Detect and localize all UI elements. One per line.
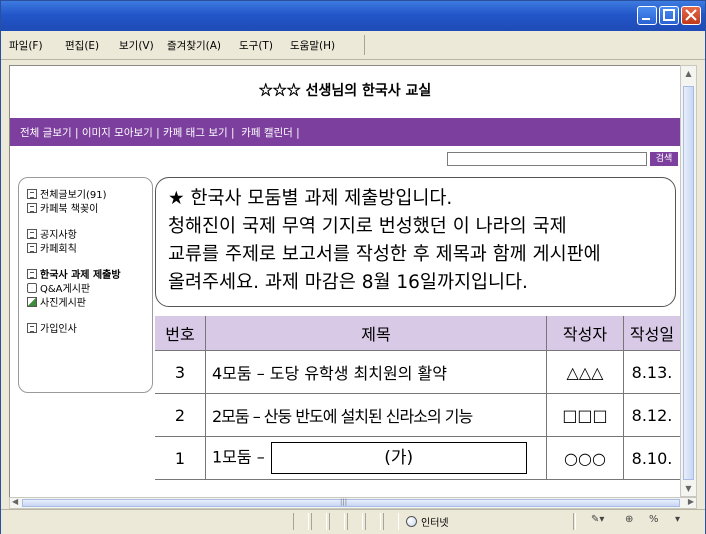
header-title: 제목: [205, 316, 547, 351]
menu-separator: [364, 35, 365, 55]
table-row[interactable]: 2 2모둠 – 산둥 반도에 설치된 신라소의 기능 □□□ 8.12.: [155, 393, 680, 437]
scroll-down-icon[interactable]: ▼: [683, 483, 694, 494]
sidebar-item-all-posts[interactable]: 전체글보기(91): [27, 186, 107, 201]
sidebar-item-greetings[interactable]: 가입인사: [27, 320, 77, 335]
sidebar-item-photos[interactable]: 사진게시판: [27, 294, 86, 309]
list-icon: [27, 242, 37, 253]
minimize-button[interactable]: [637, 6, 657, 25]
status-cell: [383, 513, 399, 530]
search-button[interactable]: 검색: [650, 152, 678, 166]
maximize-icon: [663, 9, 675, 21]
sidebar-item-cafebook[interactable]: 카페북 책꽂이: [27, 200, 98, 215]
scroll-right-icon[interactable]: ▶: [688, 497, 694, 506]
row-date: 8.10.: [623, 436, 680, 480]
sidebar-item-label: 가입인사: [40, 324, 77, 335]
menu-tools[interactable]: 도구(T): [239, 38, 273, 53]
scroll-left-icon[interactable]: ◀: [12, 497, 18, 506]
sidebar-item-assignment[interactable]: 한국사 과제 제출방: [27, 266, 121, 281]
scroll-thumb[interactable]: [683, 86, 694, 480]
row-num: 2: [155, 393, 206, 437]
list-icon: [27, 202, 37, 213]
scroll-up-icon[interactable]: ▲: [683, 68, 694, 79]
sidebar-item-qna[interactable]: Q&A게시판: [27, 280, 90, 295]
board-table: 번호 제목 작성자 작성일 3 4모둠 – 도당 유학생 최치원의 활약 △△△…: [155, 316, 680, 480]
zoom-icon[interactable]: ⊕: [625, 514, 633, 525]
sidebar-menu: 전체글보기(91) 카페북 책꽂이 공지사항 카페회칙 한국사 과제 제출방 Q…: [18, 177, 153, 393]
list-icon: [27, 228, 37, 239]
list-icon: [27, 268, 37, 279]
sidebar-item-label: 사진게시판: [40, 298, 86, 309]
notice-box: ★ 한국사 모둠별 과제 제출방입니다. 청해진이 국제 무역 기지로 번성했던…: [155, 177, 676, 307]
status-bar: 인터넷 ✎▾ ⊕ % ▾: [1, 509, 705, 534]
row-author: △△△: [546, 350, 624, 394]
vertical-scrollbar[interactable]: ▲ ▼: [680, 65, 697, 497]
notice-line: 교류를 주제로 보고서를 작성한 후 제목과 함께 게시판에: [168, 244, 601, 265]
row-title[interactable]: 2모둠 – 산둥 반도에 설치된 신라소의 기능: [205, 393, 547, 437]
notice-line: ★ 한국사 모둠별 과제 제출방입니다.: [168, 188, 453, 209]
sidebar-item-rules[interactable]: 카페회칙: [27, 240, 77, 255]
window-controls: [637, 6, 701, 25]
menu-favorites[interactable]: 즐겨찾기(A): [167, 38, 221, 53]
row-title[interactable]: 4모둠 – 도당 유학생 최치원의 활약: [205, 350, 547, 394]
row-title[interactable]: 1모둠 – (가): [205, 436, 547, 480]
browser-window: 파일(F) 편집(E) 보기(V) 즐겨찾기(A) 도구(T) 도움말(H) ☆…: [0, 0, 706, 534]
status-divider: [573, 513, 576, 530]
zoom-dropdown-icon[interactable]: ▾: [675, 514, 680, 525]
row-author: ○○○: [546, 436, 624, 480]
row-author: □□□: [546, 393, 624, 437]
header-author: 작성자: [546, 316, 624, 351]
notice-line: 올려주세요. 과제 마감은 8월 16일까지입니다.: [168, 272, 528, 293]
list-icon: [27, 188, 37, 199]
sidebar-item-label: 카페회칙: [40, 244, 77, 255]
close-button[interactable]: [681, 6, 701, 25]
security-zone: 인터넷: [406, 514, 449, 529]
horizontal-scrollbar[interactable]: ◀ ||| ▶: [9, 497, 697, 509]
sidebar-item-notices[interactable]: 공지사항: [27, 226, 77, 241]
row-title-prefix: 1모둠 –: [212, 447, 265, 467]
close-icon: [685, 9, 697, 21]
header-num: 번호: [155, 316, 206, 351]
scroll-thumb-horizontal[interactable]: [22, 499, 680, 507]
blank-answer-box: (가): [270, 442, 527, 474]
list-icon: [27, 322, 37, 333]
status-cell: [329, 513, 345, 530]
sidebar-item-label: 공지사항: [40, 230, 77, 241]
sidebar-item-label: Q&A게시판: [40, 284, 91, 295]
status-cell: [293, 513, 309, 530]
title-bar: [1, 1, 705, 31]
minimize-icon: [642, 18, 650, 20]
zoom-level[interactable]: %: [649, 514, 659, 525]
sidebar-item-label: 카페북 책꽂이: [40, 204, 99, 215]
menu-view[interactable]: 보기(V): [119, 38, 154, 53]
protected-mode-icon[interactable]: ✎▾: [591, 514, 604, 525]
photo-icon: [27, 296, 37, 307]
menu-help[interactable]: 도움말(H): [290, 38, 335, 53]
table-header-row: 번호 제목 작성자 작성일: [155, 316, 680, 351]
status-cell: [365, 513, 381, 530]
globe-icon: [406, 516, 417, 527]
page-title: ☆☆☆ 선생님의 한국사 교실: [258, 83, 432, 99]
table-row[interactable]: 1 1모둠 – (가) ○○○ 8.10.: [155, 436, 680, 480]
header-date: 작성일: [623, 316, 680, 351]
status-cell: [311, 513, 327, 530]
status-cell: [347, 513, 363, 530]
row-num: 1: [155, 436, 206, 480]
sidebar-item-label: 전체글보기(91): [40, 190, 107, 201]
menu-bar: 파일(F) 편집(E) 보기(V) 즐겨찾기(A) 도구(T) 도움말(H): [1, 31, 705, 60]
row-date: 8.12.: [623, 393, 680, 437]
cafe-nav-bar[interactable]: 전체 글보기 | 이미지 모아보기 | 카페 태그 보기 | 카페 캘린더 |: [10, 118, 680, 146]
row-num: 3: [155, 350, 206, 394]
table-row[interactable]: 3 4모둠 – 도당 유학생 최치원의 활약 △△△ 8.13.: [155, 350, 680, 394]
menu-file[interactable]: 파일(F): [9, 38, 43, 53]
menu-edit[interactable]: 편집(E): [65, 38, 99, 53]
sidebar-item-label: 한국사 과제 제출방: [40, 270, 121, 281]
maximize-button[interactable]: [659, 6, 679, 25]
page-viewport: ☆☆☆ 선생님의 한국사 교실 전체 글보기 | 이미지 모아보기 | 카페 태…: [9, 65, 681, 499]
zone-label: 인터넷: [421, 518, 449, 529]
notice-line: 청해진이 국제 무역 기지로 번성했던 이 나라의 국제: [168, 216, 567, 237]
row-date: 8.13.: [623, 350, 680, 394]
search-input[interactable]: [447, 152, 647, 166]
chat-icon: [27, 282, 37, 293]
scroll-grip-icon: |||: [340, 498, 348, 506]
